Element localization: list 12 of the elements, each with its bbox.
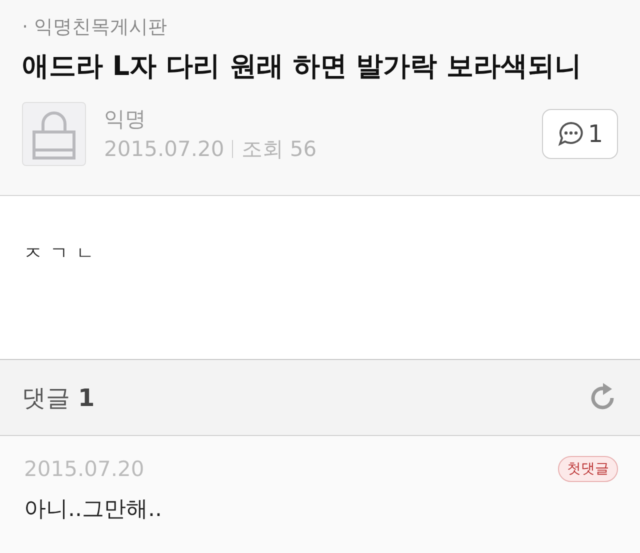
comment-count: 1 bbox=[78, 384, 95, 412]
comment-date: 2015.07.20 bbox=[24, 457, 144, 481]
author-name: 익명 bbox=[104, 106, 147, 133]
comment-button[interactable]: 1 bbox=[542, 109, 618, 159]
comment-text: 아니..그만해.. bbox=[24, 496, 163, 524]
first-comment-badge: 첫댓글 bbox=[558, 456, 618, 482]
view-count: 조회 56 bbox=[241, 136, 317, 163]
post-date: 2015.07.20 bbox=[104, 137, 224, 161]
post-title: 애드라 L자 다리 원래 하면 발가락 보라색되니 bbox=[22, 50, 583, 84]
comments-label: 댓글 bbox=[22, 382, 70, 414]
speech-bubble-icon bbox=[556, 120, 585, 148]
post-body: ㅈㄱㄴ bbox=[24, 242, 103, 265]
